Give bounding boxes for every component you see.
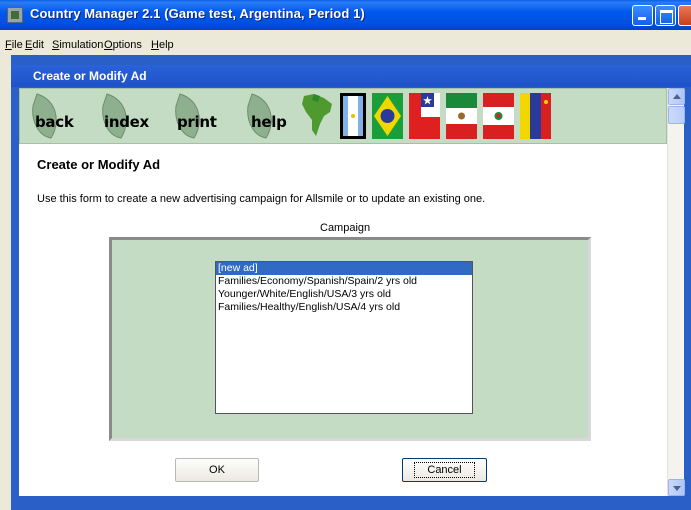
list-item[interactable]: [new ad] (216, 262, 472, 275)
cancel-button-label: Cancel (414, 462, 475, 478)
campaign-panel: [new ad] Families/Economy/Spanish/Spain/… (109, 237, 591, 441)
page-title: Create or Modify Ad (37, 157, 161, 172)
menu-options[interactable]: Options (104, 39, 142, 51)
scroll-down-icon[interactable] (668, 479, 685, 496)
scroll-thumb[interactable] (668, 106, 685, 124)
cancel-button[interactable]: Cancel (402, 458, 487, 482)
list-item[interactable]: Younger/White/English/USA/3 yrs old (216, 288, 472, 301)
print-button[interactable]: print (177, 113, 217, 131)
brazil-flag-icon[interactable] (372, 93, 403, 139)
child-window-title: Create or Modify Ad (33, 69, 147, 83)
menu-help[interactable]: Help (151, 39, 174, 51)
index-button[interactable]: index (104, 113, 149, 131)
menu-bar: File Edit Simulation Options Help (0, 30, 691, 55)
peru-flag-icon[interactable] (483, 93, 514, 139)
south-america-map-icon[interactable] (300, 92, 334, 138)
app-icon[interactable] (7, 7, 23, 23)
content-area: back index print help Create or Modify A… (19, 88, 667, 496)
argentina-flag-icon[interactable] (340, 93, 366, 139)
scroll-up-icon[interactable] (668, 88, 685, 105)
chile-flag-icon[interactable] (409, 93, 440, 139)
menu-simulation[interactable]: Simulation (52, 39, 103, 51)
maximize-button[interactable] (655, 5, 676, 26)
app-window: Country Manager 2.1 (Game test, Argentin… (0, 0, 691, 510)
window-title: Country Manager 2.1 (Game test, Argentin… (30, 6, 365, 21)
back-button[interactable]: back (35, 113, 74, 131)
minimize-button[interactable] (632, 5, 653, 26)
menu-edit[interactable]: Edit (25, 39, 44, 51)
title-bar[interactable]: Country Manager 2.1 (Game test, Argentin… (0, 0, 691, 30)
help-button[interactable]: help (251, 113, 287, 131)
list-item[interactable]: Families/Economy/Spanish/Spain/2 yrs old (216, 275, 472, 288)
campaign-label: Campaign (320, 222, 371, 234)
child-window-title-bar[interactable]: Create or Modify Ad (11, 65, 691, 87)
mexico-flag-icon[interactable] (446, 93, 477, 139)
list-item[interactable]: Families/Healthy/English/USA/4 yrs old (216, 301, 472, 314)
ok-button[interactable]: OK (175, 458, 259, 482)
page-description: Use this form to create a new advertisin… (37, 193, 486, 205)
campaign-listbox[interactable]: [new ad] Families/Economy/Spanish/Spain/… (215, 261, 473, 414)
menu-file[interactable]: File (5, 39, 23, 51)
vertical-scrollbar[interactable] (667, 88, 685, 496)
venezuela-flag-icon[interactable] (520, 93, 551, 139)
close-button[interactable] (678, 5, 691, 26)
nav-toolbar: back index print help (19, 88, 667, 144)
